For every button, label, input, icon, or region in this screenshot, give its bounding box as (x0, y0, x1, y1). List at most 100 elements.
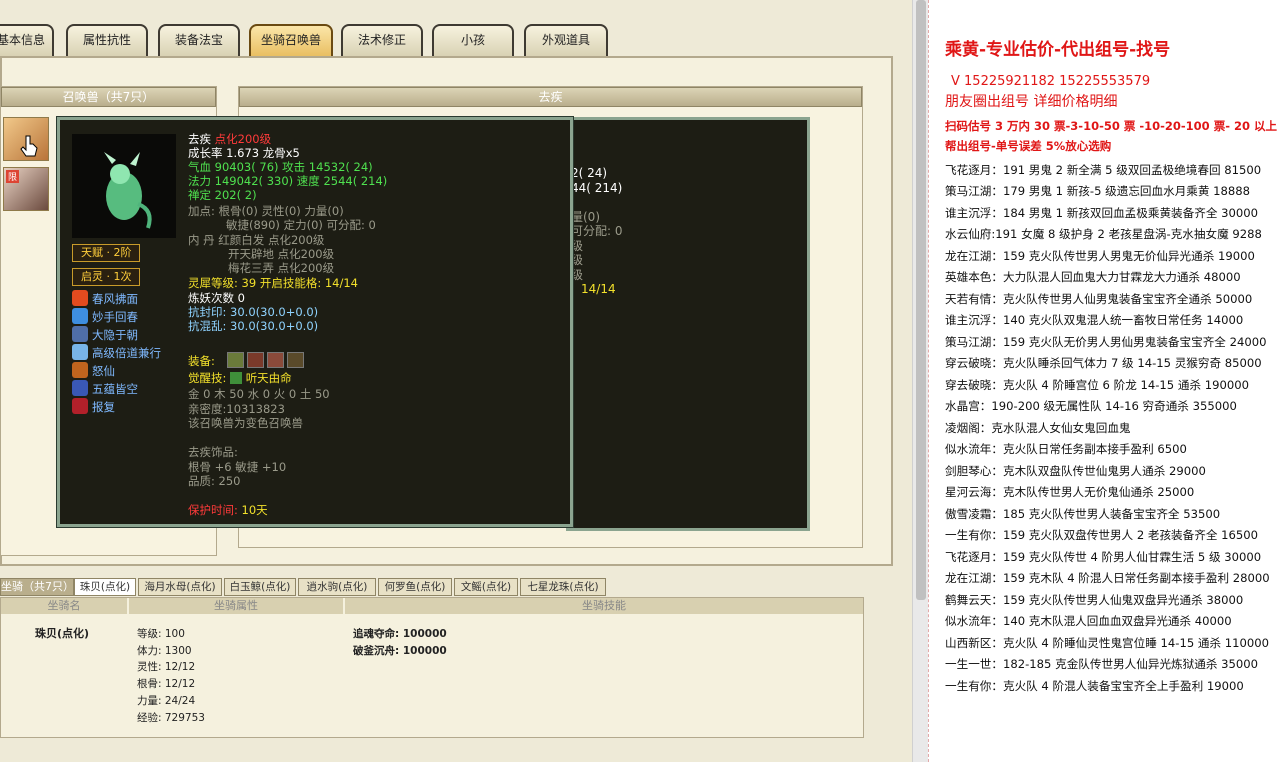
mount-tab-4[interactable]: 逍水驹(点化) (298, 578, 376, 596)
pet-info-tooltip: 去疾 点化200级 成长率 1.673 龙骨x5 气血 90403( 76) 攻… (56, 116, 574, 528)
pet-inner-2: 开天辟地 点化200级 (228, 247, 335, 261)
mount-tab-7[interactable]: 七星龙珠(点化) (520, 578, 606, 596)
tab-child[interactable]: 小孩 (432, 24, 514, 56)
pet-elements: 金 0 木 50 水 0 火 0 土 50 (188, 387, 330, 401)
tab-spell-correction[interactable]: 法术修正 (341, 24, 423, 56)
pet-list-header: 召唤兽（共7只） (1, 87, 216, 107)
scrollbar[interactable] (912, 0, 928, 762)
equip-slot-2-icon[interactable] (247, 352, 264, 368)
listing-line: 飞花逐月：159 克火队传世 4 阶男人仙甘霖生活 5 级 30000 (945, 550, 1262, 564)
listing-line: 龙在江湖：159 克火队传世男人男鬼无价仙异光通杀 19000 (945, 249, 1255, 263)
mount-attrs: 等级: 100 体力: 1300 灵性: 12/12 根骨: 12/12 力量:… (137, 628, 205, 724)
listing-line: 傲雪凌霜：185 克火队传世男人装备宝宝齐全 53500 (945, 507, 1221, 521)
listing-line: 一生有你：克火队 4 阶混人装备宝宝齐全上手盈利 19000 (945, 679, 1244, 693)
pet-mp-speed: 法力 149042( 330) 速度 2544( 214) (188, 174, 388, 188)
dragon-pet-icon (104, 152, 152, 229)
cursor-hand-icon (20, 135, 38, 157)
equip-label: 装备: (188, 354, 215, 368)
pet-morph-note: 该召唤兽为变色召唤兽 (188, 416, 303, 430)
behind-skill-slots: 14/14 (581, 282, 616, 296)
mount-tab-3[interactable]: 白玉鲸(点化) (224, 578, 296, 596)
mount-name-header: 坐骑名 (1, 598, 127, 614)
tab-mount-summon[interactable]: 坐骑召唤兽 (249, 24, 333, 56)
fire-skill-icon (72, 290, 88, 306)
rage-skill-icon (72, 362, 88, 378)
listing-line: 剑胆琴心：克木队双盘队传世仙鬼男人通杀 29000 (945, 464, 1206, 478)
pet-points-1: 加点: 根骨(0) 灵性(0) 力量(0) (188, 204, 344, 218)
talent-badge: 天赋 · 2阶 (72, 244, 140, 262)
behind-points: 量(0) (571, 210, 600, 224)
listing-line: 策马江湖：179 男鬼 1 新孩-5 级遗忘回血水月乘黄 18888 (945, 184, 1251, 198)
listing-line: 似水流年：克火队日常任务副本接手盈利 6500 (945, 442, 1187, 456)
doc-help: 帮出组号-单号误差 5%放心选购 (945, 139, 1112, 153)
speed-skill-icon (72, 344, 88, 360)
revenge-skill-icon (72, 398, 88, 414)
pet-info-popup-back: 2( 24) 44( 214) 量(0) 可分配: 0 级 级 级 14/14 (566, 117, 810, 531)
behind-allocatable: 可分配: 0 (571, 224, 623, 238)
mount-tab-6[interactable]: 文鳐(点化) (454, 578, 518, 596)
listing-line: 穿去破晓：克火队 4 阶睡宫位 6 阶龙 14-15 通杀 190000 (945, 378, 1249, 392)
equip-slot-3-icon[interactable] (267, 352, 284, 368)
skill-2[interactable]: 妙手回春 (72, 308, 138, 326)
pet-inner-3: 梅花三弄 点化200级 (228, 261, 335, 275)
behind-speed: 44( 214) (571, 181, 623, 195)
skill-6[interactable]: 五蕴皆空 (72, 380, 138, 398)
heal-skill-icon (72, 308, 88, 324)
pet-points-2: 敏捷(890) 定力(0) 可分配: 0 (226, 218, 376, 232)
accessory-quality: 品质: 250 (188, 474, 241, 488)
pet-resist-seal: 抗封印: 30.0(30.0+0.0) (188, 305, 319, 319)
skill-5[interactable]: 怒仙 (72, 362, 115, 380)
listing-line: 天若有情：克火队传世男人仙男鬼装备宝宝齐全通杀 50000 (945, 292, 1253, 306)
mount-name: 珠贝(点化) (35, 627, 90, 640)
equip-slot-1-icon[interactable] (227, 352, 244, 368)
doc-circle: 朋友圈出组号 详细价格明细 (945, 94, 1118, 110)
doc-phone: V 15225921182 15225553579 (951, 74, 1151, 89)
awaken-skill-label: 觉醒技: 听天由命 (188, 371, 292, 385)
mount-list-header: 坐骑（共7只） (0, 578, 74, 596)
mount-tab-5[interactable]: 何罗鱼(点化) (378, 578, 452, 596)
pet-name: 去疾 点化200级 (188, 132, 272, 146)
tab-equipment[interactable]: 装备法宝 (158, 24, 240, 56)
pet-spirit-level: 灵犀等级: 39 开启技能格: 14/14 (188, 276, 358, 290)
listing-line: 一生一世：182-185 克金队传世男人仙异光炼狱通杀 35000 (945, 657, 1258, 671)
listing-line: 星河云海：克木队传世男人无价鬼仙通杀 25000 (945, 485, 1195, 499)
pet-refine-count: 炼妖次数 0 (188, 291, 245, 305)
pet-avatar-2[interactable]: 限 (3, 167, 49, 211)
doc-price: 扫码估号 3 万内 30 票-3-10-50 票 -10-20-100 票- 2… (945, 119, 1280, 133)
accessory-title: 去疾饰品: (188, 445, 238, 459)
awaken-soul-badge: 启灵 · 1次 (72, 268, 140, 286)
skill-1[interactable]: 春风拂面 (72, 290, 138, 308)
skill-7[interactable]: 报复 (72, 398, 115, 416)
doc-title: 乘黄-专业估价-代出组号-找号 (945, 40, 1171, 60)
listing-line: 鹤舞云天：159 克火队传世男人仙鬼双盘异光通杀 38000 (945, 593, 1244, 607)
mount-tabs: 坐骑（共7只） 珠贝(点化) 海月水母(点化) 白玉鲸(点化) 逍水驹(点化) … (0, 577, 863, 597)
pet-avatar-1[interactable] (3, 117, 49, 161)
limit-badge: 限 (6, 170, 20, 183)
mount-tab-2[interactable]: 海月水母(点化) (138, 578, 222, 596)
mount-tab-1[interactable]: 珠贝(点化) (74, 578, 136, 596)
listing-line: 谁主沉浮：184 男鬼 1 新孩双回血孟极乘黄装备齐全 30000 (945, 206, 1259, 220)
pet-portrait (72, 134, 176, 238)
listing-line: 一生有你：159 克火队双盘传世男人 2 老孩装备齐全 16500 (945, 528, 1259, 542)
skill-3[interactable]: 大隐于朝 (72, 326, 138, 344)
document-pane: 乘黄-专业估价-代出组号-找号 V 15225921182 1522555357… (928, 0, 1280, 762)
scrollbar-thumb[interactable] (916, 0, 926, 600)
listing-line: 山西新区：克火队 4 阶睡仙灵性鬼宫位睡 14-15 通杀 110000 (945, 636, 1270, 650)
tab-basic-info[interactable]: 基本信息 (0, 24, 54, 56)
accessory-attr: 根骨 +6 敏捷 +10 (188, 460, 287, 474)
equip-slot-4-icon[interactable] (287, 352, 304, 368)
listing-line: 策马江湖：159 克火队无价男人男仙男鬼装备宝宝齐全 24000 (945, 335, 1267, 349)
mount-attr-header: 坐骑属性 (129, 598, 343, 614)
mount-info-panel: 坐骑名 坐骑属性 坐骑技能 珠贝(点化) 等级: 100 体力: 1300 灵性… (0, 597, 864, 738)
pet-detail-header: 去疾 (239, 87, 862, 107)
listing-line: 似水流年：140 克木队混人回血血双盘异光通杀 40000 (945, 614, 1232, 628)
skill-4[interactable]: 高级倍道兼行 (72, 344, 161, 362)
tab-attributes[interactable]: 属性抗性 (66, 24, 148, 56)
pet-intimacy: 亲密度:10313823 (188, 402, 285, 416)
pet-hp-attack: 气血 90403( 76) 攻击 14532( 24) (188, 160, 373, 174)
tab-appearance[interactable]: 外观道具 (524, 24, 608, 56)
pet-resist-chaos: 抗混乱: 30.0(30.0+0.0) (188, 319, 319, 333)
behind-attack: 2( 24) (571, 166, 608, 180)
mount-skill-header: 坐骑技能 (345, 598, 863, 614)
leaf-icon (230, 372, 243, 384)
